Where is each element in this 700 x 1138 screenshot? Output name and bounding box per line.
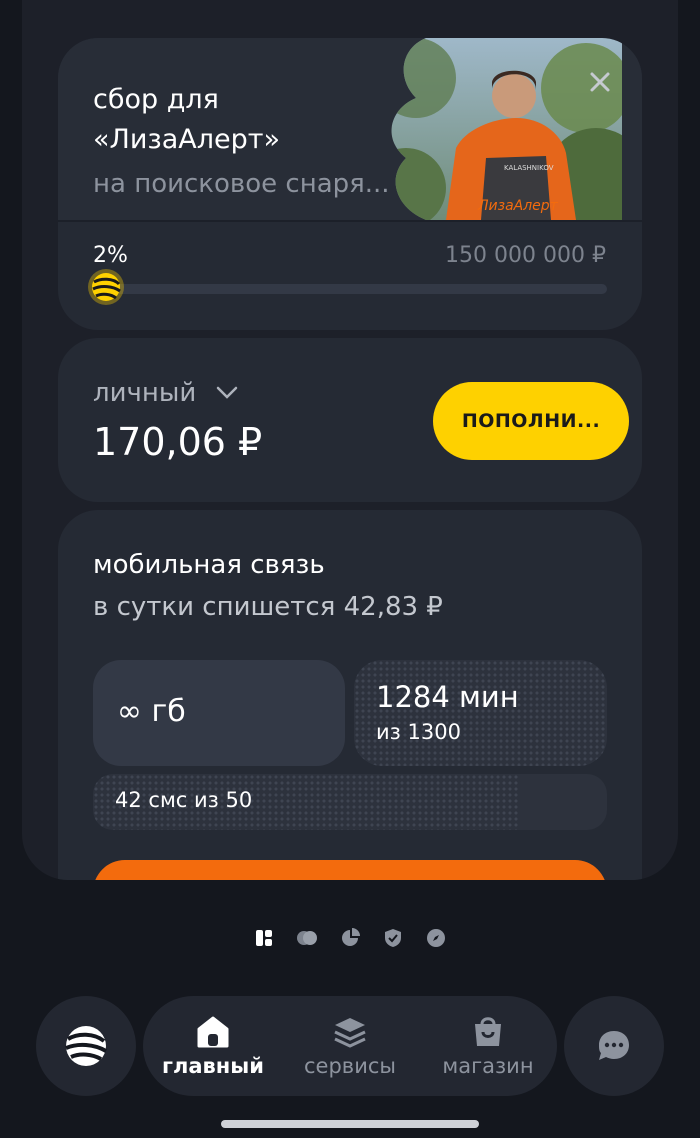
pie-chart-icon[interactable] xyxy=(340,928,360,948)
finance-page-icon[interactable] xyxy=(297,928,317,948)
nav-home-label: главный xyxy=(161,1054,265,1078)
nav-shop[interactable]: магазин xyxy=(438,996,538,1096)
beeline-logo-icon xyxy=(88,269,124,305)
account-type-label[interactable]: личный xyxy=(93,378,196,408)
mobile-plan-title: мобильная связь xyxy=(93,550,325,580)
nav-services-label: сервисы xyxy=(304,1054,396,1078)
shield-icon[interactable] xyxy=(383,928,403,948)
svg-text:KALASHNIKOV: KALASHNIKOV xyxy=(504,164,554,172)
fundraising-title-line1: сбор для xyxy=(93,84,219,115)
fundraising-card[interactable]: сбор для «ЛизаАлерт» на поисковое снаря.… xyxy=(58,38,642,330)
home-page-icon[interactable] xyxy=(254,928,274,948)
nav-home[interactable]: главный xyxy=(161,996,265,1096)
top-up-button[interactable]: ПОПОЛНИ... xyxy=(433,382,629,460)
fundraising-divider xyxy=(58,220,642,222)
orange-action-button[interactable] xyxy=(93,860,607,880)
balance-amount: 170,06 ₽ xyxy=(93,420,263,464)
sms-tile[interactable]: 42 смс из 50 xyxy=(93,774,607,830)
svg-text:ЛизаАлерт: ЛизаАлерт xyxy=(477,198,559,214)
data-tile[interactable]: ∞ гб xyxy=(93,660,345,766)
chat-bubble-icon xyxy=(599,1031,629,1060)
minutes-remaining: 1284 мин xyxy=(376,680,519,714)
home-icon xyxy=(197,1016,229,1048)
home-indicator[interactable] xyxy=(221,1120,479,1128)
nav-shop-label: магазин xyxy=(442,1054,534,1078)
fundraising-progress-bar xyxy=(93,284,607,294)
mobile-plan-card[interactable]: мобильная связь в сутки спишется 42,83 ₽… xyxy=(58,510,642,880)
compass-icon[interactable] xyxy=(426,928,446,948)
fundraising-title: сбор для «ЛизаАлерт» xyxy=(93,80,280,160)
minutes-tile[interactable]: 1284 мин из 1300 xyxy=(354,660,607,766)
nav-services[interactable]: сервисы xyxy=(298,996,402,1096)
beeline-logo-icon xyxy=(65,1026,108,1066)
data-remaining: ∞ гб xyxy=(117,694,186,729)
beeline-profile-button[interactable] xyxy=(36,996,136,1096)
shopping-bag-icon xyxy=(475,1017,501,1046)
fundraising-progress-percent: 2% xyxy=(93,243,128,268)
page-indicator xyxy=(0,928,700,950)
sms-remaining: 42 смс из 50 xyxy=(115,788,253,812)
fundraising-title-line2: «ЛизаАлерт» xyxy=(93,124,280,155)
close-icon[interactable] xyxy=(584,66,616,98)
fundraising-goal: 150 000 000 ₽ xyxy=(445,243,606,268)
chat-button[interactable] xyxy=(564,996,664,1096)
minutes-total: из 1300 xyxy=(376,720,461,744)
main-panel: сбор для «ЛизаАлерт» на поисковое снаря.… xyxy=(22,0,678,880)
balance-card: личный 170,06 ₽ ПОПОЛНИ... xyxy=(58,338,642,502)
chevron-down-icon[interactable] xyxy=(216,386,238,400)
bottom-navigation: главный сервисы магазин xyxy=(143,996,557,1096)
daily-charge-text: в сутки спишется 42,83 ₽ xyxy=(93,592,443,622)
layers-icon xyxy=(334,1018,366,1048)
fundraising-subtitle: на поисковое снаря... xyxy=(93,169,390,199)
